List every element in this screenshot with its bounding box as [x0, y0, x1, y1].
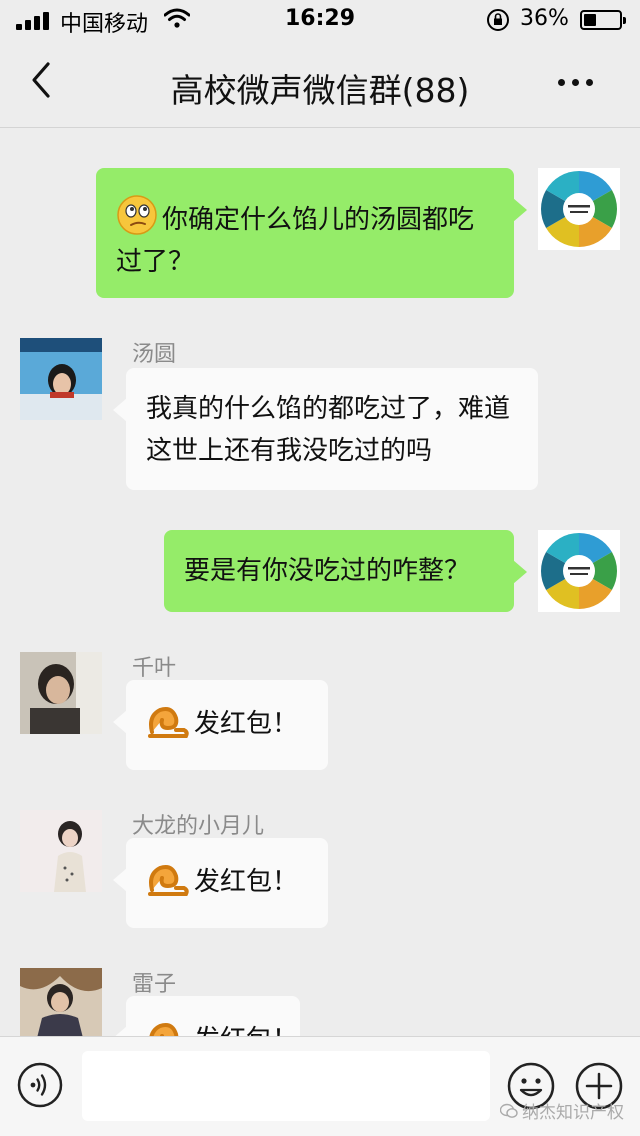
- sender-name: 大龙的小月儿: [132, 814, 265, 839]
- outgoing-message-bubble[interactable]: 要是有你没吃过的咋整？: [164, 530, 527, 612]
- sender-name: 汤圆: [132, 342, 177, 367]
- group-logo-icon: [541, 533, 617, 609]
- avatar-photo: [20, 968, 102, 1036]
- incoming-message-bubble[interactable]: 发红包！: [113, 996, 300, 1036]
- red-packet-emoji-icon: [148, 707, 189, 738]
- incoming-message-bubble[interactable]: 发红包！: [113, 838, 328, 928]
- incoming-message-bubble[interactable]: 我真的什么馅的都吃过了，难道这世上还有我没吃过的吗: [113, 368, 538, 490]
- voice-input-button[interactable]: [16, 1061, 64, 1109]
- sender-name: 千叶: [132, 656, 177, 681]
- thinking-emoji-icon: [117, 195, 157, 235]
- wechat-logo-icon: [500, 1103, 518, 1118]
- chat-messages[interactable]: 你确定什么馅儿的汤圆都吃过了？ 汤圆 我真的什么馅的都吃过了，难道这世上还有我没…: [0, 128, 640, 1036]
- watermark-text: 纳杰知识产权: [522, 1103, 624, 1123]
- red-packet-emoji-icon: [148, 865, 189, 896]
- nav-bar: 高校微声微信群(88): [0, 40, 640, 128]
- avatar-photo: [20, 338, 102, 420]
- user-avatar[interactable]: [20, 810, 102, 892]
- group-logo-icon: [541, 171, 617, 247]
- user-avatar[interactable]: [20, 652, 102, 734]
- battery-level: [584, 14, 596, 26]
- group-logo-avatar[interactable]: [538, 530, 620, 612]
- outgoing-message-bubble[interactable]: 你确定什么馅儿的汤圆都吃过了？: [96, 168, 527, 298]
- avatar-photo: [20, 810, 102, 892]
- user-avatar[interactable]: [20, 968, 102, 1036]
- group-logo-avatar[interactable]: [538, 168, 620, 250]
- chat-title: 高校微声微信群(88): [170, 71, 470, 110]
- watermark: 纳杰知识产权: [500, 1098, 624, 1123]
- more-options-button[interactable]: [548, 64, 604, 100]
- message-text: 要是有你没吃过的咋整？: [184, 556, 471, 586]
- message-text: 发红包！: [194, 867, 299, 897]
- message-text: 发红包！: [194, 709, 299, 739]
- avatar-photo: [20, 652, 102, 734]
- status-bar: 中国移动 16:29 36%: [0, 0, 640, 40]
- message-text: 你确定什么馅儿的汤圆都吃过了？: [116, 205, 475, 277]
- message-input[interactable]: [82, 1051, 490, 1121]
- message-text: 发红包！: [194, 1025, 298, 1036]
- user-avatar[interactable]: [20, 338, 102, 420]
- sender-name: 雷子: [132, 972, 177, 997]
- incoming-message-bubble[interactable]: 发红包！: [113, 680, 328, 770]
- rotation-lock-icon: [487, 9, 509, 31]
- battery-icon: [580, 10, 626, 30]
- red-packet-emoji-icon: [149, 1023, 179, 1036]
- message-text: 我真的什么馅的都吃过了，难道这世上还有我没吃过的吗: [146, 394, 511, 466]
- battery-percent: 36%: [520, 6, 569, 31]
